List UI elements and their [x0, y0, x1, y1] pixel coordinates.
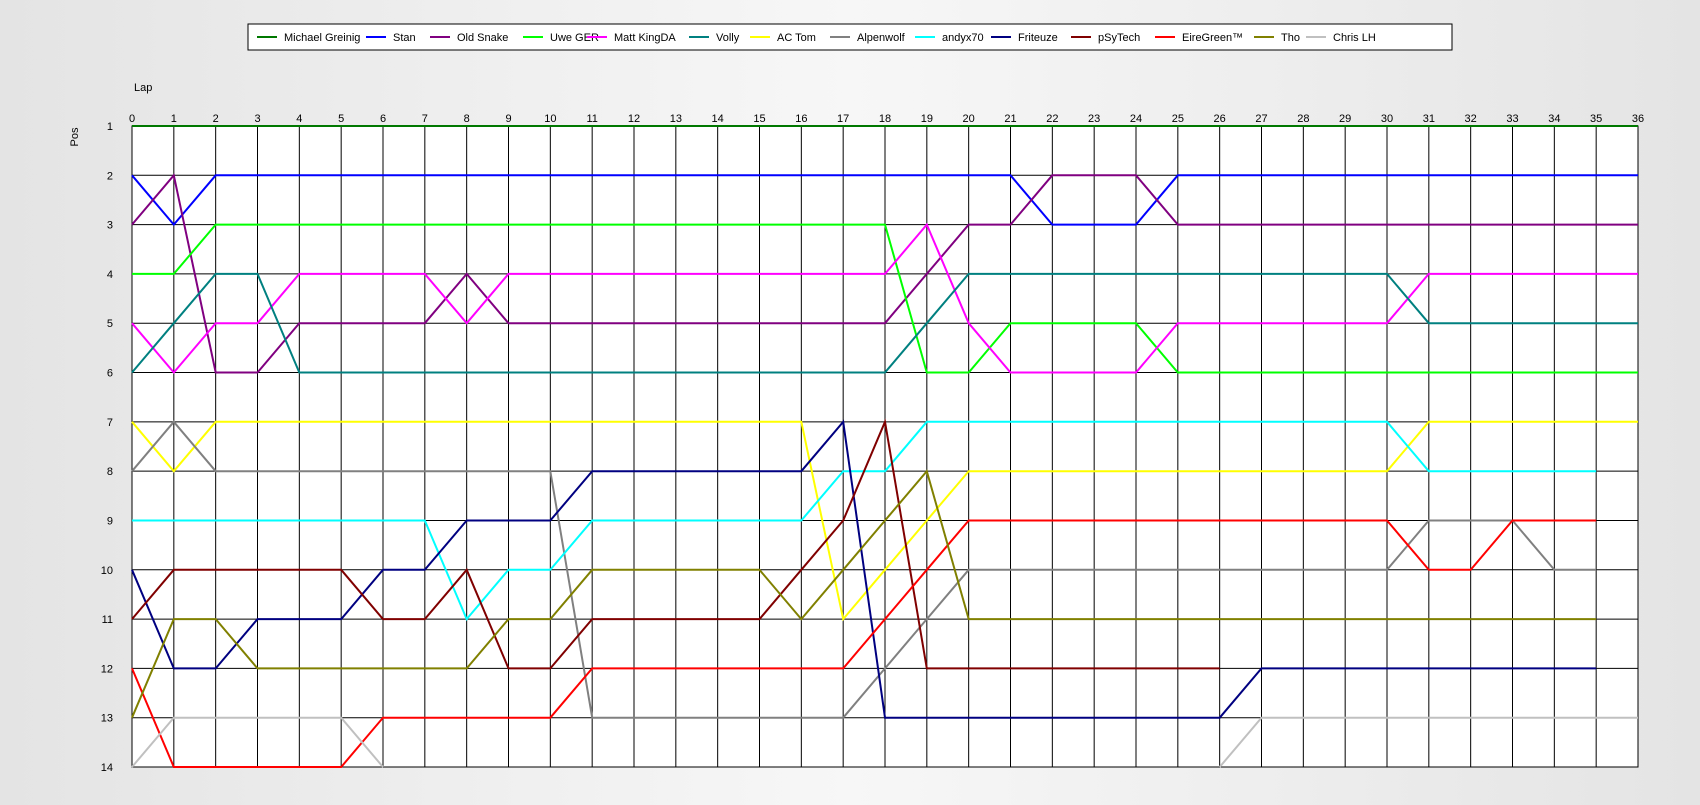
x-tick-label: 33 [1506, 113, 1518, 125]
legend-label: Old Snake [457, 32, 508, 44]
x-tick-label: 12 [628, 113, 640, 125]
grid [131, 125, 1639, 768]
y-tick-label: 10 [101, 565, 113, 577]
legend-label: Tho [1281, 32, 1300, 44]
x-tick-label: 32 [1465, 113, 1477, 125]
x-tick-label: 11 [586, 113, 597, 125]
legend-label: Matt KingDA [614, 32, 676, 44]
x-tick-label: 21 [1004, 113, 1016, 125]
x-tick-label: 29 [1339, 113, 1351, 125]
y-axis-label: Pos [69, 127, 81, 146]
y-tick-label: 14 [101, 762, 113, 774]
x-tick-label: 26 [1214, 113, 1226, 125]
legend-label: Chris LH [1333, 32, 1376, 44]
legend-label: EireGreen™ [1182, 32, 1243, 44]
x-tick-label: 8 [464, 113, 470, 125]
y-tick-label: 13 [101, 713, 113, 725]
x-tick-label: 22 [1046, 113, 1058, 125]
x-tick-label: 17 [837, 113, 849, 125]
x-tick-label: 7 [422, 113, 428, 125]
x-tick-label: 1 [171, 113, 177, 125]
legend-label: andyx70 [942, 32, 984, 44]
x-tick-label: 34 [1548, 113, 1560, 125]
y-tick-label: 5 [107, 318, 113, 330]
x-tick-label: 19 [921, 113, 933, 125]
x-tick-label: 23 [1088, 113, 1100, 125]
x-tick-label: 10 [544, 113, 556, 125]
x-tick-label: 24 [1130, 113, 1142, 125]
x-tick-label: 36 [1632, 113, 1644, 125]
x-tick-label: 30 [1381, 113, 1393, 125]
x-tick-label: 0 [129, 113, 135, 125]
x-tick-label: 9 [505, 113, 511, 125]
y-tick-label: 2 [107, 170, 113, 182]
x-tick-label: 15 [753, 113, 765, 125]
y-tick-label: 7 [107, 417, 113, 429]
x-tick-label: 6 [380, 113, 386, 125]
y-tick-label: 12 [101, 663, 113, 675]
y-tick-label: 1 [107, 121, 113, 133]
y-tick-label: 3 [107, 220, 113, 232]
legend-label: Stan [393, 32, 416, 44]
x-tick-label: 5 [338, 113, 344, 125]
legend-label: AC Tom [777, 32, 816, 44]
race-position-chart: Michael Greinig Stan Old Snake Uwe GER Matt … [0, 0, 1700, 800]
legend-label: Michael Greinig [284, 32, 360, 44]
legend-label: Friteuze [1018, 32, 1058, 44]
x-tick-label: 28 [1297, 113, 1309, 125]
legend-label: Volly [716, 32, 740, 44]
x-tick-label: 20 [963, 113, 975, 125]
x-tick-label: 16 [795, 113, 807, 125]
x-tick-label: 18 [879, 113, 891, 125]
y-tick-label: 8 [107, 466, 113, 478]
y-tick-label: 6 [107, 368, 113, 380]
x-tick-label: 31 [1423, 113, 1435, 125]
x-axis-label: Lap [134, 82, 152, 94]
x-tick-label: 25 [1172, 113, 1184, 125]
y-tick-label: 9 [107, 515, 113, 527]
legend-label: pSyTech [1098, 32, 1140, 44]
x-tick-label: 27 [1255, 113, 1267, 125]
x-tick-label: 13 [670, 113, 682, 125]
legend-label: Alpenwolf [857, 32, 906, 44]
x-tick-label: 3 [254, 113, 260, 125]
x-tick-label: 4 [296, 113, 302, 125]
chart-svg: Michael Greinig Stan Old Snake Uwe GER Matt … [69, 23, 1644, 774]
y-tick-label: 4 [107, 269, 113, 281]
x-tick-label: 35 [1590, 113, 1602, 125]
legend: Michael Greinig Stan Old Snake Uwe GER Matt … [247, 23, 1453, 51]
x-tick-label: 14 [712, 113, 724, 125]
x-tick-label: 2 [213, 113, 219, 125]
y-tick-label: 11 [102, 614, 113, 626]
